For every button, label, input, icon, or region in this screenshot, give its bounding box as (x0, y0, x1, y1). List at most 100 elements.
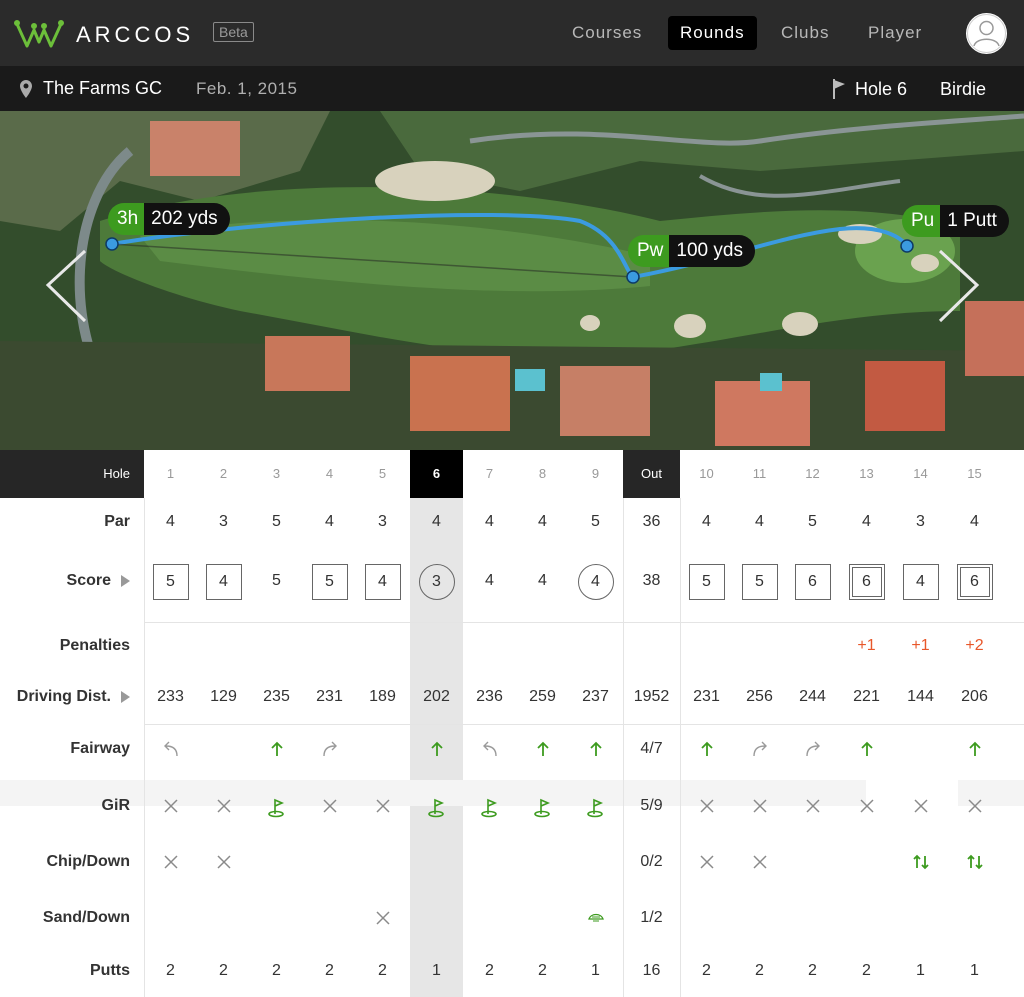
penalties-row-divider (144, 622, 1024, 623)
gir-miss-x-icon (786, 798, 839, 819)
nav-player[interactable]: Player (856, 16, 934, 50)
fairway-miss-right-icon (786, 741, 839, 762)
hole-header-14[interactable]: 14 (894, 450, 947, 498)
brand-name[interactable]: ARCCOS (76, 22, 194, 48)
putts-hole-15: 1 (970, 962, 979, 979)
out-header-label: Out (623, 450, 680, 498)
driving-distance-hole-13: 221 (853, 688, 880, 705)
driving-distance-hole-7: 236 (476, 688, 503, 705)
driving-distance-hole-15: 206 (961, 688, 988, 705)
row-label-sand: Sand/Down (42, 909, 130, 926)
penalty-hole-13: +1 (857, 637, 876, 654)
hole-header-15[interactable]: 15 (948, 450, 1001, 498)
par-hole-6: 4 (432, 513, 441, 530)
hole-header-5[interactable]: 5 (356, 450, 409, 498)
score-hole-15[interactable]: 6 (948, 564, 1001, 600)
par-hole-5: 3 (378, 513, 387, 530)
hole-header-3[interactable]: 3 (250, 450, 303, 498)
fairway-hit-icon (569, 741, 622, 762)
score-hole-10[interactable]: 5 (680, 564, 733, 600)
score-hole-12[interactable]: 6 (786, 564, 839, 600)
putts-hole-9: 1 (591, 962, 600, 979)
putts-hole-2: 2 (219, 962, 228, 979)
hole-header-10[interactable]: 10 (680, 450, 733, 498)
gir-miss-x-icon (680, 798, 733, 819)
putts-out: 16 (642, 962, 661, 979)
gir-miss-x-icon (144, 798, 197, 819)
shot-badge-2[interactable]: Pw 100 yds (628, 235, 755, 267)
row-label-fairway: Fairway (70, 740, 130, 757)
score-hole-9[interactable]: 4 (569, 564, 622, 600)
score-hole-2[interactable]: 4 (197, 564, 250, 600)
chip-down-miss-x-icon (144, 854, 197, 875)
hole-header-6[interactable]: 6 (410, 450, 463, 498)
expand-triangle-icon[interactable] (121, 690, 130, 703)
hole-header-12[interactable]: 12 (786, 450, 839, 498)
hole-map[interactable]: 3h 202 yds Pw 100 yds Pu 1 Putt (0, 111, 1024, 450)
par-hole-8: 4 (538, 513, 547, 530)
hole-header-11[interactable]: 11 (733, 450, 786, 498)
score-hole-11[interactable]: 5 (733, 564, 786, 600)
expand-triangle-icon[interactable] (121, 574, 130, 587)
fairway-hit-icon (250, 741, 303, 762)
arccos-logo-icon[interactable] (14, 18, 64, 55)
score-hole-4[interactable]: 5 (303, 564, 356, 600)
hole-number: Hole 6 (855, 79, 908, 99)
par-hole-11: 4 (755, 513, 764, 530)
score-hole-1[interactable]: 5 (144, 564, 197, 600)
hole-header-13[interactable]: 13 (840, 450, 893, 498)
score-hole-7[interactable]: 4 (463, 572, 516, 590)
putts-hole-4: 2 (325, 962, 334, 979)
score-hole-5[interactable]: 4 (356, 564, 409, 600)
hole-header-2[interactable]: 2 (197, 450, 250, 498)
nav-clubs[interactable]: Clubs (769, 16, 841, 50)
par-hole-2: 3 (219, 513, 228, 530)
hole-result: Birdie (940, 79, 987, 99)
up-down-arrows-icon (894, 854, 947, 875)
score-hole-8[interactable]: 4 (516, 572, 569, 590)
score-hole-13[interactable]: 6 (840, 564, 893, 600)
hole-header-label: Hole (0, 450, 144, 498)
penalty-hole-14: +1 (911, 637, 930, 654)
gir-miss-x-icon (197, 798, 250, 819)
shot-distance-1: 202 yds (144, 203, 230, 235)
par-hole-15: 4 (970, 513, 979, 530)
driving-distance-hole-1: 233 (157, 688, 184, 705)
gir-miss-x-icon (840, 798, 893, 819)
driving-distance-hole-5: 189 (369, 688, 396, 705)
row-label-chip: Chip/Down (46, 853, 130, 870)
row-label-driving[interactable]: Driving Dist. (17, 688, 130, 706)
row-label-par: Par (104, 513, 130, 530)
score-hole-6[interactable]: 3 (410, 564, 463, 600)
score-hole-3[interactable]: 5 (250, 572, 303, 590)
driving-distance-hole-8: 259 (529, 688, 556, 705)
nav-rounds[interactable]: Rounds (668, 16, 757, 50)
par-hole-12: 5 (808, 513, 817, 530)
hole-header-7[interactable]: 7 (463, 450, 516, 498)
nav-courses[interactable]: Courses (560, 16, 654, 50)
row-label-putts: Putts (90, 962, 130, 979)
driving-distance-hole-11: 256 (746, 688, 773, 705)
putts-hole-7: 2 (485, 962, 494, 979)
row-label-score[interactable]: Score (67, 572, 130, 590)
putts-hole-13: 2 (862, 962, 871, 979)
chip-down-out: 0/2 (640, 853, 663, 870)
hole-header-8[interactable]: 8 (516, 450, 569, 498)
gir-out: 5/9 (640, 797, 663, 814)
beta-badge: Beta (213, 22, 254, 42)
score-hole-14[interactable]: 4 (894, 564, 947, 600)
fairway-hit-icon (680, 741, 733, 762)
hole-header-9[interactable]: 9 (569, 450, 622, 498)
sand-down-out: 1/2 (640, 909, 663, 926)
fairway-hit-icon (410, 741, 463, 762)
shot-club-3: Pu (902, 205, 941, 237)
user-avatar[interactable] (966, 13, 1007, 54)
driving-distance-hole-14: 144 (907, 688, 934, 705)
course-name: The Farms GC (43, 78, 163, 98)
shot-badge-1[interactable]: 3h 202 yds (108, 203, 230, 235)
shot-badge-3[interactable]: Pu 1 Putt (902, 205, 1009, 237)
gir-hit-flag-icon (463, 798, 516, 823)
hole-header-4[interactable]: 4 (303, 450, 356, 498)
hole-header-1[interactable]: 1 (144, 450, 197, 498)
chip-down-miss-x-icon (680, 854, 733, 875)
